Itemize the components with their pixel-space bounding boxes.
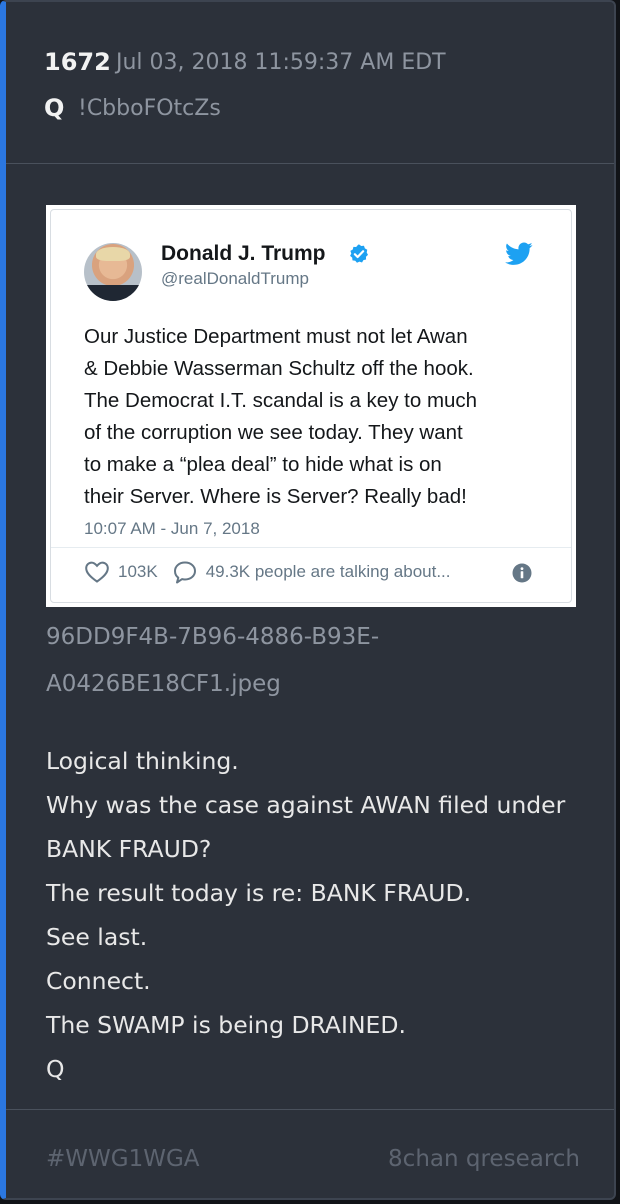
info-icon: [512, 563, 532, 583]
tweet-text-line: of the corruption we see today. They wan…: [84, 421, 463, 444]
tweet-divider: [51, 547, 571, 548]
tweet-card: Donald J. Trump @realDonaldTrump Our Jus…: [50, 209, 572, 603]
post-card: 1672 Jul 03, 2018 11:59:37 AM EDT Q !Cbb…: [0, 0, 616, 1200]
tweet-text-line: & Debbie Wasserman Schultz off the hook.: [84, 357, 474, 380]
speech-bubble-icon: [173, 561, 196, 584]
tweet-author-name: Donald J. Trump: [161, 242, 326, 265]
tweet-text: Our Justice Department must not let Awan…: [84, 321, 544, 513]
tweet-stats: 103K 49.3K people are talking about...: [84, 558, 451, 586]
post-header: 1672 Jul 03, 2018 11:59:37 AM EDT Q !Cbb…: [6, 2, 614, 164]
likes-count: 103K: [118, 562, 158, 581]
post-body-line: Q: [46, 1055, 65, 1083]
post-body-line: Connect.: [46, 967, 151, 995]
post-body-line: Logical thinking.: [46, 747, 239, 775]
tweet-text-line: their Server. Where is Server? Really ba…: [84, 485, 467, 508]
tripcode: !CbboFOtcZs: [78, 96, 221, 121]
filename-line: A0426BE18CF1.jpeg: [46, 671, 281, 697]
post-body-line: BANK FRAUD?: [46, 835, 212, 863]
post-date: Jul 03, 2018 11:59:37 AM EDT: [116, 50, 446, 75]
author-name: Q: [44, 94, 65, 122]
post-number[interactable]: 1672: [44, 48, 111, 76]
twitter-bird-icon: [505, 242, 533, 265]
post-body-line: The SWAMP is being DRAINED.: [46, 1011, 406, 1039]
source-label: 8chan qresearch: [388, 1146, 580, 1172]
verified-badge-icon: [350, 244, 368, 263]
post-body: Logical thinking. Why was the case again…: [46, 739, 596, 1091]
hashtag-link[interactable]: #WWG1WGA: [46, 1146, 200, 1172]
tweet-text-line: The Democrat I.T. scandal is a key to mu…: [84, 389, 478, 412]
post-body-line: See last.: [46, 923, 148, 951]
attachment-filename[interactable]: 96DD9F4B-7B96-4886-B93E- A0426BE18CF1.jp…: [46, 614, 586, 708]
tweet-text-line: Our Justice Department must not let Awan: [84, 325, 468, 348]
post-body-line: Why was the case against AWAN filed unde…: [46, 791, 566, 819]
tweet-handle: @realDonaldTrump: [161, 269, 309, 288]
post-body-line: The result today is re: BANK FRAUD.: [46, 879, 472, 907]
talking-about-text: 49.3K people are talking about...: [205, 562, 451, 581]
filename-line: 96DD9F4B-7B96-4886-B93E-: [46, 624, 380, 650]
tweet-text-line: to make a “plea deal” to hide what is on: [84, 453, 442, 476]
post-footer: #WWG1WGA 8chan qresearch: [6, 1109, 614, 1198]
tweet-image[interactable]: Donald J. Trump @realDonaldTrump Our Jus…: [46, 205, 576, 607]
avatar: [84, 243, 142, 301]
heart-icon: [85, 561, 109, 583]
tweet-timestamp: 10:07 AM - Jun 7, 2018: [84, 519, 260, 538]
